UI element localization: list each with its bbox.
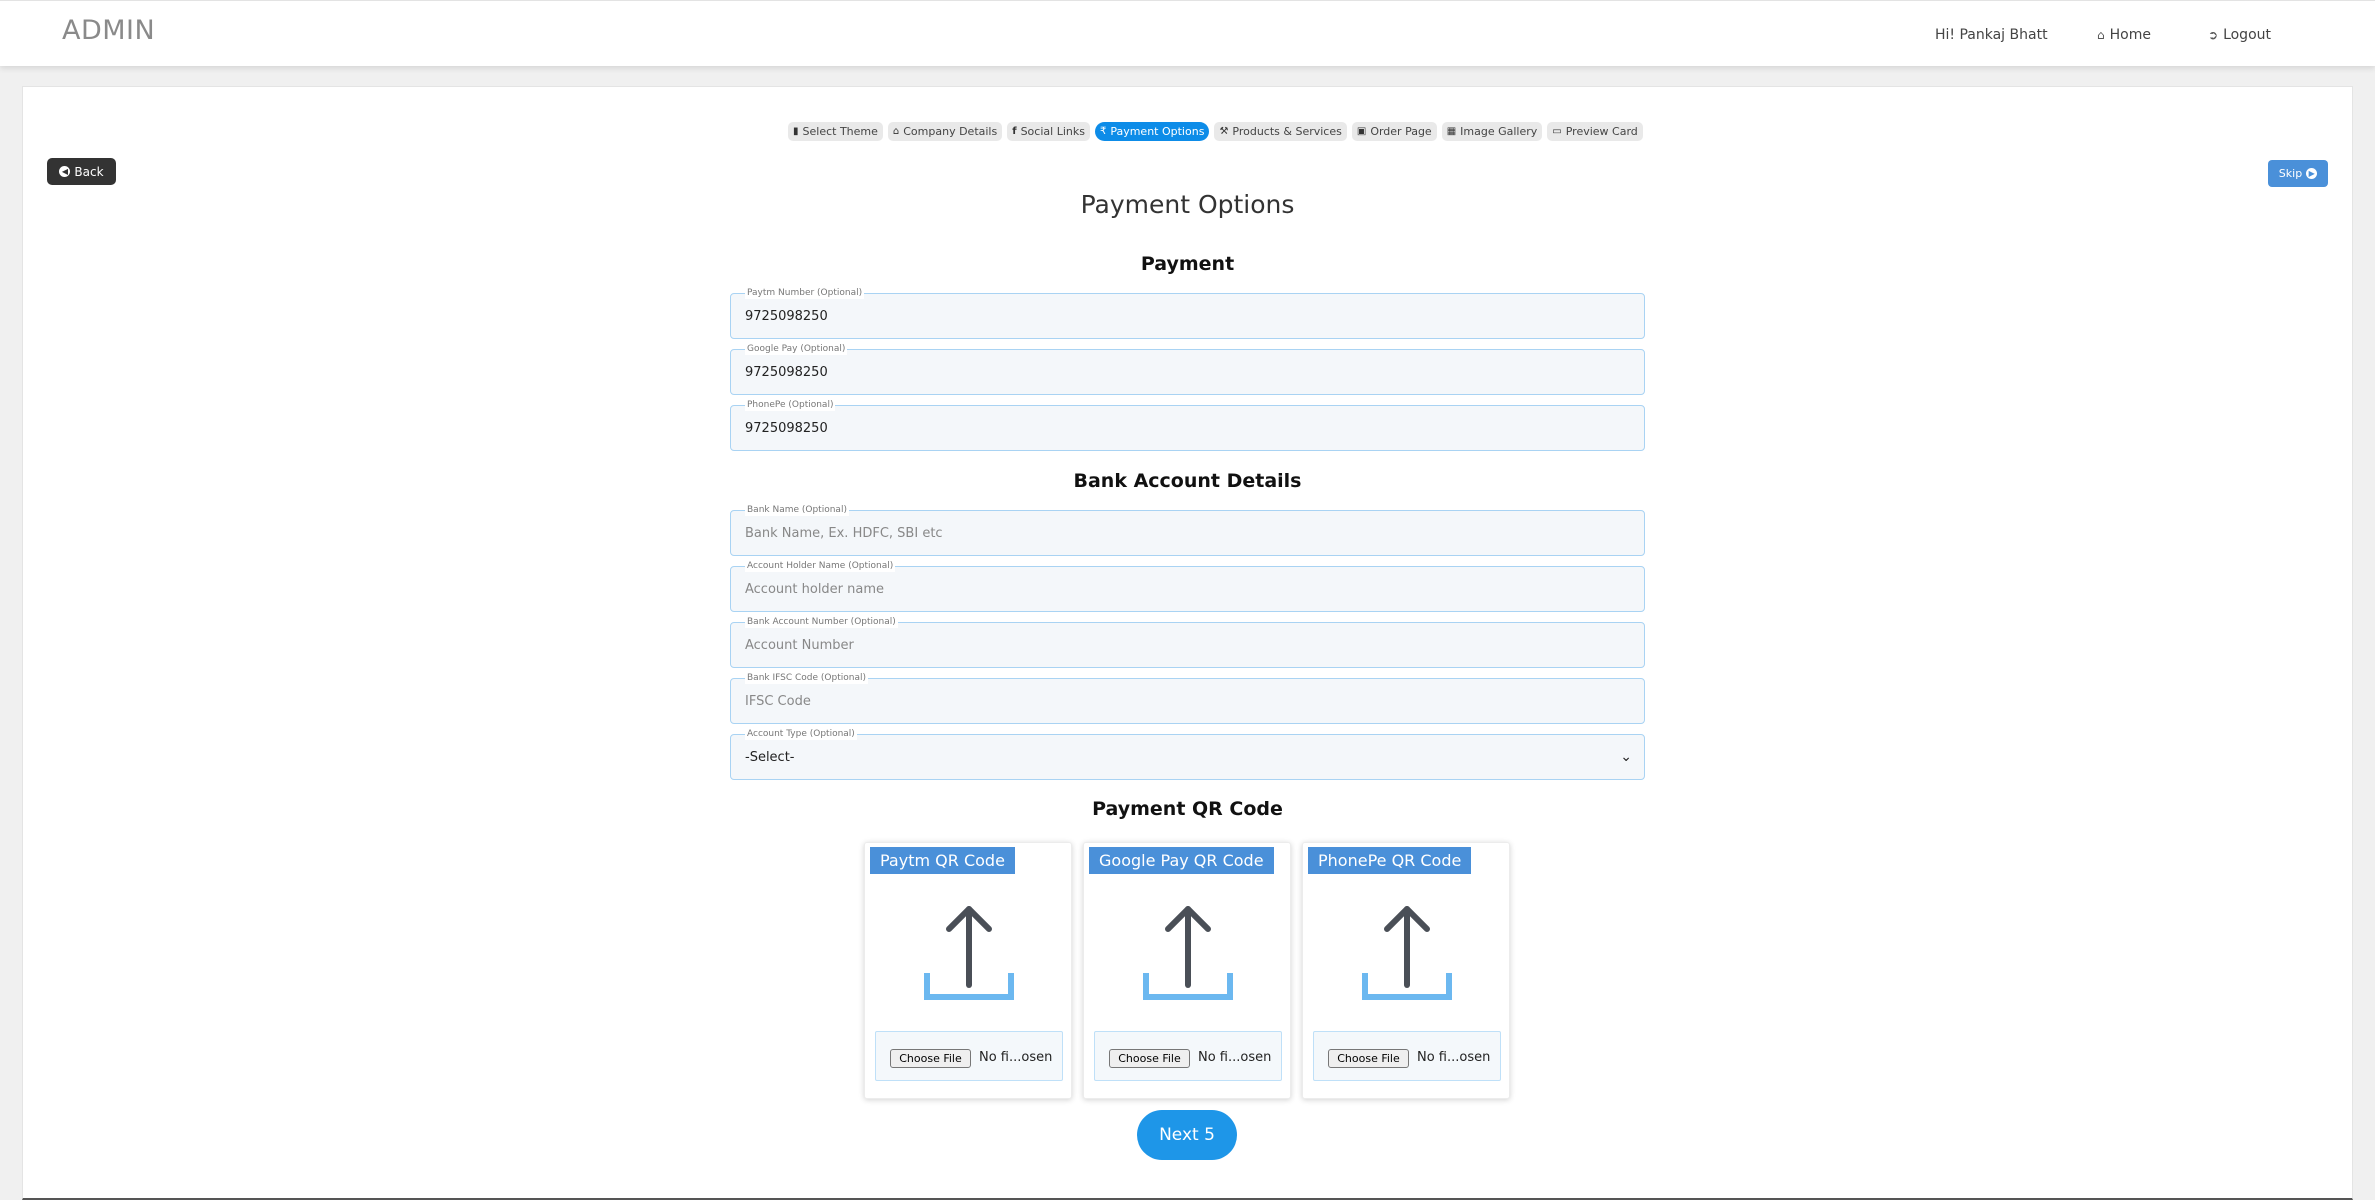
choose-file-button[interactable]: Choose File xyxy=(890,1049,971,1068)
step-preview-card[interactable]: ▭ Preview Card xyxy=(1547,121,1643,141)
brand-logo[interactable]: ADMIN xyxy=(62,15,155,46)
step-company-details[interactable]: ⌂ Company Details xyxy=(887,121,1003,141)
choose-file-button[interactable]: Choose File xyxy=(1328,1049,1409,1068)
back-label: Back xyxy=(74,164,104,179)
choose-file-button[interactable]: Choose File xyxy=(1109,1049,1190,1068)
phonepe-qr-card: PhonePe QR Code Choose File No fi...osen xyxy=(1302,842,1510,1099)
upload-icon xyxy=(1143,906,1233,1000)
paytm-qr-card: Paytm QR Code Choose File No fi...osen xyxy=(864,842,1072,1099)
gavel-icon: ⚒ xyxy=(1219,125,1229,137)
ifsc-input[interactable] xyxy=(731,679,1644,723)
step-label: Payment Options xyxy=(1110,124,1205,138)
home-link[interactable]: ⌂ Home xyxy=(2097,27,2151,43)
bank-name-input[interactable] xyxy=(731,511,1644,555)
next-button[interactable]: Next 5 xyxy=(1137,1110,1237,1160)
laptop-icon: ▭ xyxy=(1552,125,1562,137)
account-type-select[interactable]: Account Type (Optional) -Select- ⌄ xyxy=(730,728,1645,780)
bank-icon: ⌂ xyxy=(892,125,900,137)
step-label: Company Details xyxy=(903,124,998,138)
step-label: Preview Card xyxy=(1565,124,1638,138)
palette-icon: ▮ xyxy=(793,125,799,137)
file-status: No fi...osen xyxy=(1198,1050,1272,1065)
account-type-value: -Select- xyxy=(745,749,795,765)
step-label: Social Links xyxy=(1020,124,1085,138)
arrow-left-circle-icon: ◀ xyxy=(59,166,71,177)
file-status: No fi...osen xyxy=(1417,1050,1491,1065)
ifsc-field[interactable]: Bank IFSC Code (Optional) xyxy=(730,672,1645,724)
chevron-down-icon: ⌄ xyxy=(1620,749,1632,765)
arrow-right-circle-icon: ▶ xyxy=(2306,168,2318,179)
google-pay-file-input[interactable]: Choose File No fi...osen xyxy=(1094,1031,1282,1081)
google-pay-input[interactable] xyxy=(731,350,1644,394)
google-pay-qr-card: Google Pay QR Code Choose File No fi...o… xyxy=(1083,842,1291,1099)
upload-icon xyxy=(1362,906,1452,1000)
section-title-payment: Payment xyxy=(1140,253,1235,275)
skip-label: Skip xyxy=(2278,167,2303,180)
facebook-icon: f xyxy=(1012,125,1017,137)
account-number-input[interactable] xyxy=(731,623,1644,667)
paytm-file-input[interactable]: Choose File No fi...osen xyxy=(875,1031,1063,1081)
home-icon: ⌂ xyxy=(2097,28,2105,42)
logout-label: Logout xyxy=(2223,27,2271,43)
logout-icon: ➲ xyxy=(2208,28,2219,42)
rupee-icon: ₹ xyxy=(1099,125,1107,137)
bank-name-field[interactable]: Bank Name (Optional) xyxy=(730,504,1645,556)
upload-icon xyxy=(924,906,1014,1000)
step-select-theme[interactable]: ▮ Select Theme xyxy=(788,121,883,141)
user-greeting: Hi! Pankaj Bhatt xyxy=(1935,27,2048,43)
step-order-page[interactable]: ▣ Order Page xyxy=(1351,121,1437,141)
phonepe-file-input[interactable]: Choose File No fi...osen xyxy=(1313,1031,1501,1081)
top-navbar: ADMIN Hi! Pankaj Bhatt ⌂ Home ➲ Logout xyxy=(0,0,2375,66)
step-label: Select Theme xyxy=(802,124,878,138)
step-products-services[interactable]: ⚒ Products & Services xyxy=(1214,121,1347,141)
account-holder-input[interactable] xyxy=(731,567,1644,611)
step-label: Order Page xyxy=(1370,124,1432,138)
account-holder-field[interactable]: Account Holder Name (Optional) xyxy=(730,560,1645,612)
qr-card-label: Google Pay QR Code xyxy=(1089,847,1274,874)
google-pay-field[interactable]: Google Pay (Optional) xyxy=(730,343,1645,395)
file-status: No fi...osen xyxy=(979,1050,1053,1065)
paytm-number-field[interactable]: Paytm Number (Optional) xyxy=(730,287,1645,339)
phonepe-field[interactable]: PhonePe (Optional) xyxy=(730,399,1645,451)
credit-card-icon: ▣ xyxy=(1356,125,1367,137)
page-title: Payment Options xyxy=(1080,190,1295,219)
step-label: Image Gallery xyxy=(1460,124,1538,138)
qr-card-label: PhonePe QR Code xyxy=(1308,847,1472,874)
step-image-gallery[interactable]: ▦ Image Gallery xyxy=(1441,121,1543,141)
wizard-steps: ▮ Select Theme ⌂ Company Details f Social L… xyxy=(788,121,1643,141)
phonepe-input[interactable] xyxy=(731,406,1644,450)
image-icon: ▦ xyxy=(1446,125,1457,137)
step-label: Products & Services xyxy=(1232,124,1342,138)
account-number-field[interactable]: Bank Account Number (Optional) xyxy=(730,616,1645,668)
back-button[interactable]: ◀ Back xyxy=(47,158,116,185)
section-title-qr: Payment QR Code xyxy=(1092,798,1283,820)
home-label: Home xyxy=(2109,27,2151,43)
skip-button[interactable]: Skip ▶ xyxy=(2268,160,2328,187)
paytm-number-input[interactable] xyxy=(731,294,1644,338)
logout-link[interactable]: ➲ Logout xyxy=(2208,27,2271,43)
step-payment-options[interactable]: ₹ Payment Options xyxy=(1094,121,1210,141)
section-title-bank: Bank Account Details xyxy=(1073,470,1302,492)
qr-card-label: Paytm QR Code xyxy=(870,847,1015,874)
step-social-links[interactable]: f Social Links xyxy=(1007,121,1090,141)
